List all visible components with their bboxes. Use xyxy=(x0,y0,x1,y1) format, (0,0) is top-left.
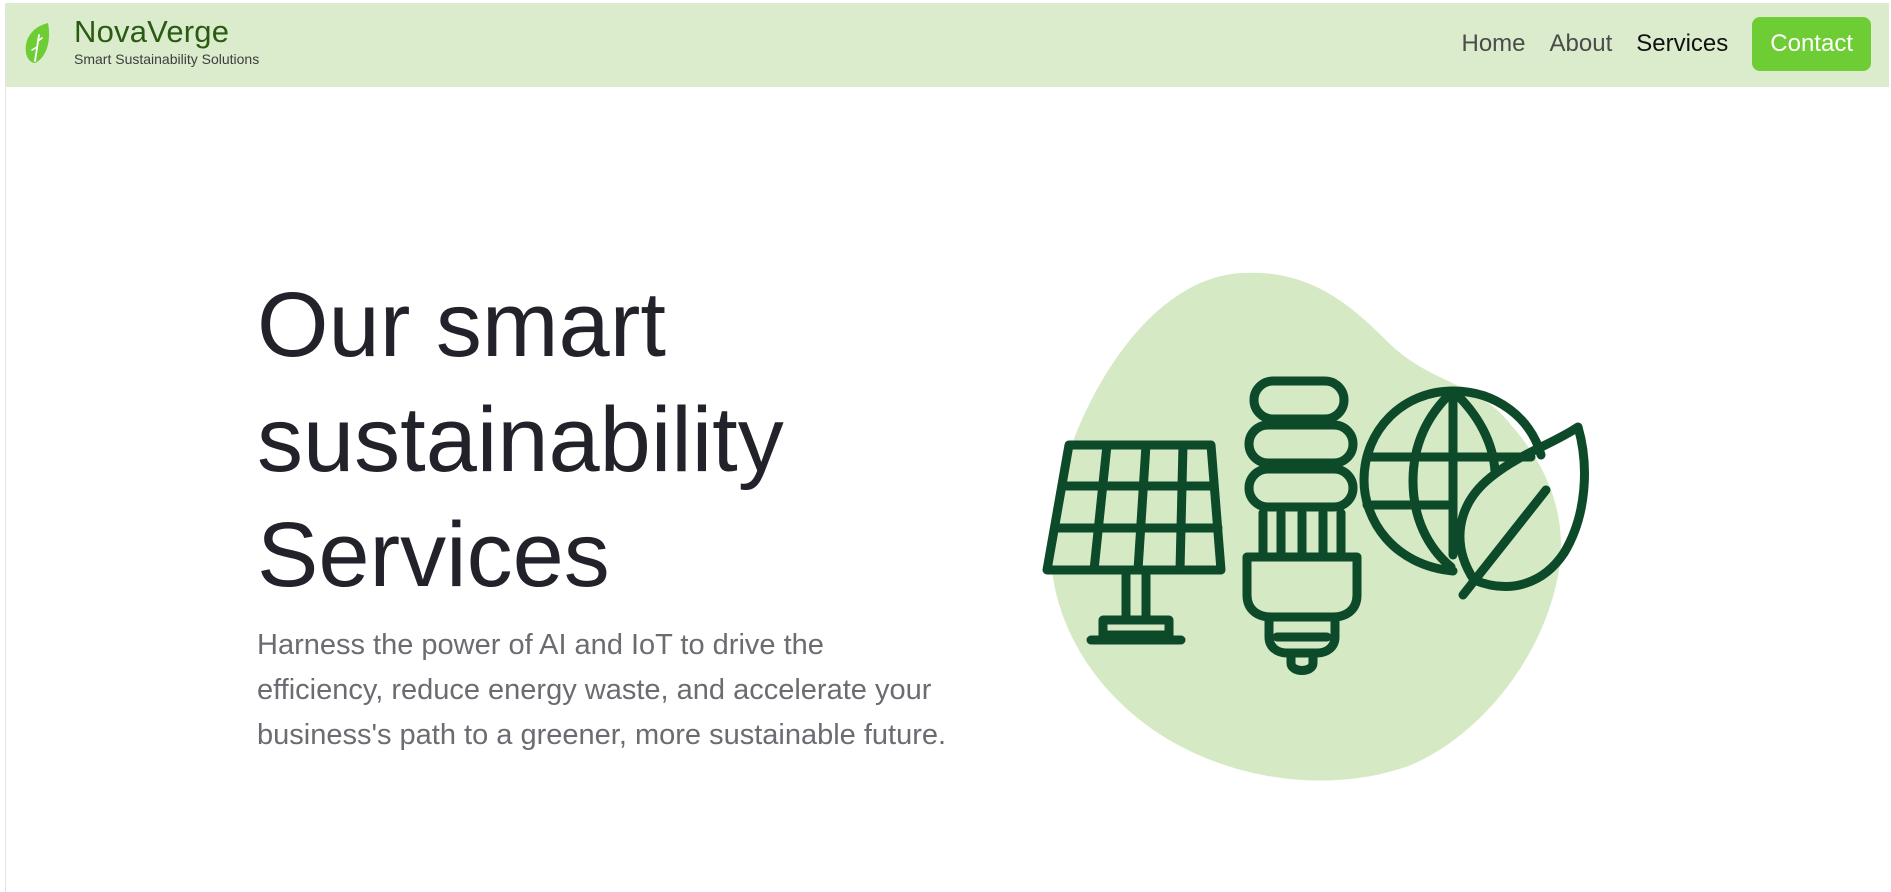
nav-link-about[interactable]: About xyxy=(1550,30,1613,58)
brand-tagline: Smart Sustainability Solutions xyxy=(74,51,260,67)
hero-title-line-3: Services xyxy=(257,504,610,606)
nav-link-services[interactable]: Services xyxy=(1636,30,1728,58)
page-frame: NovaVerge Smart Sustainability Solutions… xyxy=(5,3,1889,892)
brand[interactable]: NovaVerge Smart Sustainability Solutions xyxy=(22,15,259,68)
hero-title: Our smart sustainability Services xyxy=(257,268,877,613)
nav-link-home[interactable]: Home xyxy=(1462,30,1526,58)
brand-name: NovaVerge xyxy=(74,14,230,49)
main-nav: Home About Services Contact xyxy=(1438,17,1871,71)
hero-description: Harness the power of AI and IoT to drive… xyxy=(257,629,947,751)
hero-title-line-2: sustainability xyxy=(257,389,784,491)
sustainability-illustration xyxy=(1042,272,1589,781)
hero-title-line-1: Our smart xyxy=(257,274,666,376)
leaf-logo-icon xyxy=(25,23,50,63)
contact-button[interactable]: Contact xyxy=(1752,17,1871,71)
brand-text: NovaVerge Smart Sustainability Solutions xyxy=(74,15,259,68)
navbar: NovaVerge Smart Sustainability Solutions… xyxy=(6,3,1889,87)
